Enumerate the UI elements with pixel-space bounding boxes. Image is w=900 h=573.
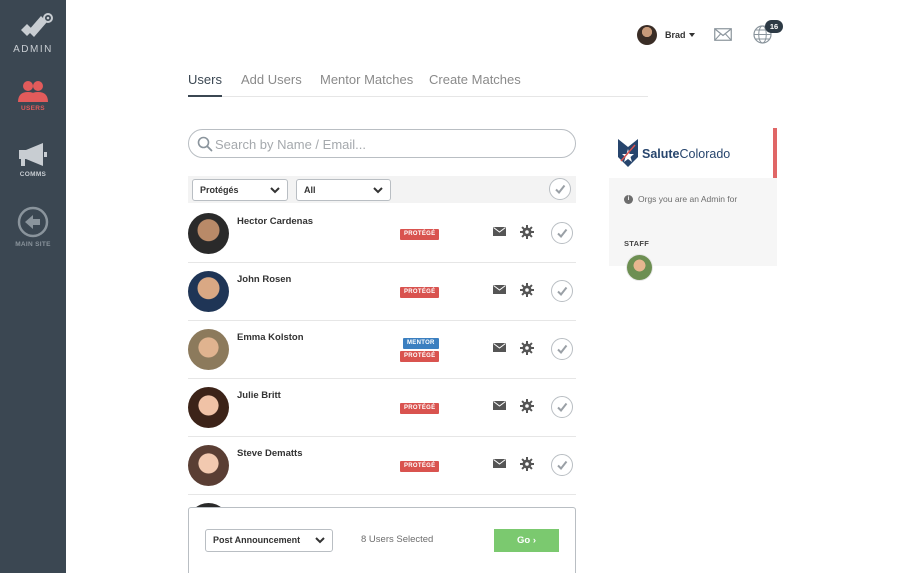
user-name: Emma Kolston [237, 332, 304, 343]
row-checkbox[interactable] [551, 454, 573, 476]
avatar [188, 329, 229, 370]
sidebar-item-comms[interactable]: COMMS [0, 142, 66, 178]
check-icon [555, 184, 566, 195]
avatar [637, 25, 657, 45]
chevron-down-icon [373, 187, 383, 194]
user-name: Julie Britt [237, 390, 281, 401]
mail-icon[interactable] [714, 28, 732, 46]
user-name: Hector Cardenas [237, 216, 314, 227]
row-checkbox[interactable] [551, 396, 573, 418]
sidebar: ADMIN USERS COMMS MAIN SITE [0, 0, 66, 573]
row-checkbox[interactable] [551, 222, 573, 244]
admin-brand[interactable]: ADMIN [0, 10, 66, 55]
mail-icon[interactable] [493, 285, 506, 294]
user-name: John Rosen [237, 274, 292, 285]
row-checkbox[interactable] [551, 338, 573, 360]
gear-icon[interactable] [520, 225, 534, 239]
tab-users[interactable]: Users [188, 72, 222, 97]
check-icon [557, 402, 568, 413]
bulk-action-value: Post Announcement [213, 535, 301, 545]
role-badge: PROTÉGÉ [400, 287, 440, 298]
filter-bar: Protégés All [188, 176, 576, 203]
check-icon [557, 286, 568, 297]
check-icon [557, 344, 568, 355]
org-details: i Orgs you are an Admin for STAFF [609, 178, 777, 266]
sidebar-item-label: MAIN SITE [15, 241, 51, 248]
selected-count: 8 Users Selected [361, 534, 434, 545]
mail-icon[interactable] [493, 227, 506, 236]
org-name-bold: Salute [642, 147, 680, 161]
search-box [188, 129, 576, 158]
avatar[interactable] [626, 254, 653, 281]
table-row[interactable]: John Rosen PROTÉGÉ [188, 263, 576, 321]
tab-add-users[interactable]: Add Users [241, 72, 302, 97]
bulk-action-select[interactable]: Post Announcement [205, 529, 333, 552]
check-icon [557, 460, 568, 471]
role-badge: MENTOR [403, 338, 439, 349]
tab-bar: Users Add Users Mentor Matches Create Ma… [188, 72, 648, 97]
mail-icon[interactable] [493, 343, 506, 352]
mail-icon[interactable] [493, 401, 506, 410]
gear-icon[interactable] [520, 399, 534, 413]
table-row[interactable]: Steve Dematts PROTÉGÉ [188, 437, 576, 495]
search-input[interactable] [215, 134, 565, 154]
gear-icon[interactable] [520, 457, 534, 471]
brand-label: ADMIN [13, 44, 53, 55]
sidebar-item-label: COMMS [19, 171, 47, 178]
search-icon [197, 136, 213, 152]
avatar [188, 387, 229, 428]
avatar [188, 213, 229, 254]
gear-icon[interactable] [520, 283, 534, 297]
org-panel: SaluteColorado i Orgs you are an Admin f… [609, 128, 777, 266]
caret-down-icon [688, 33, 695, 37]
check-icon [557, 228, 568, 239]
select-all-checkbox[interactable] [549, 178, 571, 200]
info-icon: i [624, 194, 633, 204]
org-name-rest: Colorado [679, 147, 731, 161]
role-badge: PROTÉGÉ [400, 461, 440, 472]
role-badge: PROTÉGÉ [400, 351, 440, 362]
mail-icon[interactable] [493, 459, 506, 468]
users-icon [18, 81, 48, 102]
org-logo-icon [618, 139, 638, 167]
table-row[interactable]: Hector Cardenas PROTÉGÉ [188, 205, 576, 263]
tab-mentor-matches[interactable]: Mentor Matches [320, 72, 413, 97]
avatar [188, 445, 229, 486]
chevron-down-icon [270, 187, 280, 194]
org-info-text: Orgs you are an Admin for [638, 194, 738, 204]
chevron-down-icon [315, 537, 325, 544]
role-filter-select[interactable]: Protégés [192, 179, 288, 201]
avatar [188, 271, 229, 312]
bulk-action-bar: Post Announcement 8 Users Selected Go › [188, 507, 576, 573]
status-filter-value: All [304, 185, 316, 195]
notification-badge: 16 [765, 20, 783, 33]
role-filter-value: Protégés [200, 185, 239, 195]
row-checkbox[interactable] [551, 280, 573, 302]
back-arrow-icon [17, 206, 49, 238]
megaphone-icon [19, 143, 47, 166]
org-info: i Orgs you are an Admin for [624, 194, 737, 204]
user-menu[interactable]: Brad [637, 25, 695, 45]
table-row[interactable]: Emma Kolston MENTOR PROTÉGÉ [188, 321, 576, 379]
go-button[interactable]: Go › [494, 529, 559, 552]
role-badge: PROTÉGÉ [400, 229, 440, 240]
user-name: Brad [665, 30, 686, 40]
tab-create-matches[interactable]: Create Matches [429, 72, 521, 97]
user-name: Steve Dematts [237, 448, 303, 459]
sidebar-item-main-site[interactable]: MAIN SITE [0, 206, 66, 248]
org-card[interactable]: SaluteColorado [609, 128, 777, 178]
sidebar-item-users[interactable]: USERS [0, 80, 66, 112]
role-badge: PROTÉGÉ [400, 403, 440, 414]
sidebar-item-label: USERS [21, 105, 45, 112]
admin-logo-icon [21, 13, 53, 37]
gear-icon[interactable] [520, 341, 534, 355]
status-filter-select[interactable]: All [296, 179, 391, 201]
staff-label: STAFF [624, 239, 650, 248]
org-name: SaluteColorado [642, 147, 730, 161]
table-row[interactable]: Julie Britt PROTÉGÉ [188, 379, 576, 437]
